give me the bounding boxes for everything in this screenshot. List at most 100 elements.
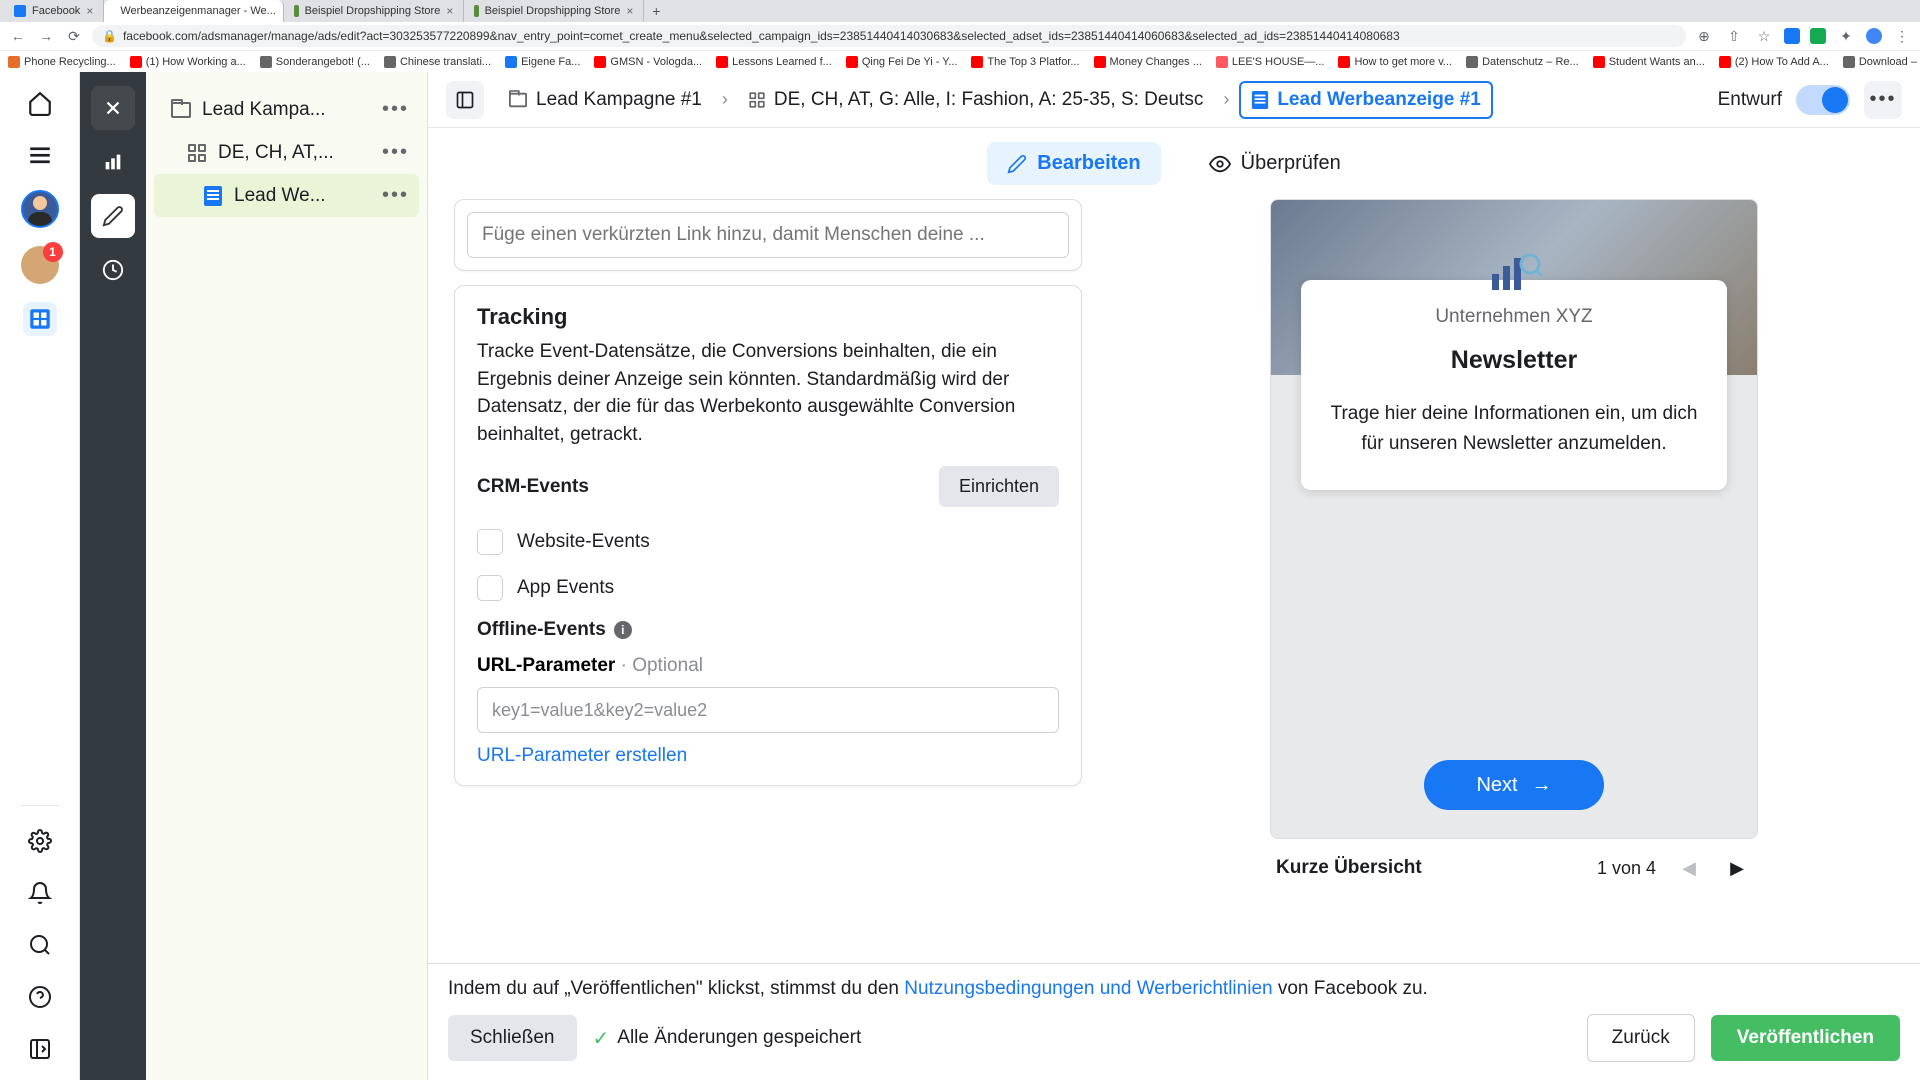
campaign-tree: Lead Kampa... ••• DE, CH, AT,... ••• Lea…	[146, 72, 428, 1080]
new-tab-button[interactable]: +	[644, 3, 668, 19]
bookmark[interactable]: (2) How To Add A...	[1719, 56, 1829, 68]
home-icon[interactable]	[23, 86, 57, 120]
more-icon[interactable]: •••	[382, 184, 409, 207]
breadcrumb-ad[interactable]: Lead Werbeanzeige #1	[1239, 81, 1492, 119]
history-icon[interactable]	[91, 248, 135, 292]
bookmark[interactable]: Phone Recycling...	[8, 56, 116, 68]
close-button[interactable]	[91, 86, 135, 130]
back-button[interactable]: Zurück	[1587, 1014, 1695, 1062]
menu-icon[interactable]: ⋮	[1892, 26, 1912, 46]
tree-ad[interactable]: Lead We... •••	[154, 174, 419, 217]
reload-button[interactable]: ⟳	[64, 26, 84, 46]
more-icon[interactable]: •••	[382, 98, 409, 121]
create-url-params-link[interactable]: URL-Parameter erstellen	[477, 745, 1059, 767]
nav-bar: ← → ⟳ 🔒facebook.com/adsmanager/manage/ad…	[0, 22, 1920, 50]
document-icon	[202, 185, 224, 207]
editor-rail	[80, 72, 146, 1080]
edit-icon[interactable]	[91, 194, 135, 238]
close-button[interactable]: Schließen	[448, 1015, 577, 1061]
extension-icon[interactable]	[1784, 28, 1800, 44]
panel-toggle-button[interactable]	[446, 81, 484, 119]
ad-preview: Unternehmen XYZ Newsletter Trage hier de…	[1270, 199, 1758, 839]
profile-icon[interactable]	[1866, 28, 1882, 44]
search-icon[interactable]	[23, 928, 57, 962]
app-events-row[interactable]: App Events	[477, 569, 1059, 607]
zoom-icon[interactable]: ⊕	[1694, 26, 1714, 46]
notification-badge: 1	[43, 242, 63, 262]
page-indicator: 1 von 4	[1597, 858, 1656, 879]
chart-icon[interactable]	[91, 140, 135, 184]
share-icon[interactable]: ⇧	[1724, 26, 1744, 46]
close-icon[interactable]: ×	[86, 4, 93, 18]
bookmark[interactable]: Eigene Fa...	[505, 56, 580, 68]
notifications-icon[interactable]	[23, 876, 57, 910]
settings-icon[interactable]	[23, 824, 57, 858]
publish-button[interactable]: Veröffentlichen	[1711, 1015, 1900, 1061]
extensions-icon[interactable]: ✦	[1836, 26, 1856, 46]
url-parameter-input[interactable]	[477, 687, 1059, 733]
short-link-input[interactable]	[467, 212, 1069, 258]
status-label: Entwurf	[1718, 89, 1782, 111]
status-toggle[interactable]	[1796, 85, 1850, 115]
checkbox[interactable]	[477, 529, 503, 555]
bookmark[interactable]: Qing Fei De Yi - Y...	[846, 56, 958, 68]
info-icon[interactable]: i	[614, 621, 632, 639]
browser-tab[interactable]: Beispiel Dropshipping Store×	[284, 0, 464, 22]
bookmark[interactable]: The Top 3 Platfor...	[971, 56, 1079, 68]
breadcrumb-campaign[interactable]: Lead Kampagne #1	[498, 83, 712, 117]
checkbox[interactable]	[477, 575, 503, 601]
browser-tab[interactable]: Werbeanzeigenmanager - We...×	[104, 0, 284, 22]
bookmark[interactable]: Datenschutz – Re...	[1466, 56, 1579, 68]
chevron-right-icon: ›	[1223, 89, 1229, 110]
prev-page-button[interactable]: ◀	[1674, 853, 1704, 883]
cookie-icon[interactable]: 1	[21, 246, 59, 284]
close-icon[interactable]: ×	[626, 4, 633, 18]
left-rail: 1	[0, 72, 80, 1080]
offline-events-label: Offline-Events	[477, 619, 606, 641]
more-button[interactable]: •••	[1864, 81, 1902, 119]
avatar[interactable]	[21, 190, 59, 228]
bookmark[interactable]: Lessons Learned f...	[716, 56, 832, 68]
tab-edit[interactable]: Bearbeiten	[987, 142, 1160, 185]
back-button[interactable]: ←	[8, 26, 28, 46]
bookmark[interactable]: Chinese translati...	[384, 56, 491, 68]
tree-campaign[interactable]: Lead Kampa... •••	[154, 88, 419, 131]
bookmark[interactable]: Student Wants an...	[1593, 56, 1705, 68]
check-icon: ✓	[593, 1026, 610, 1051]
forward-button[interactable]: →	[36, 26, 56, 46]
browser-tab[interactable]: Beispiel Dropshipping Store×	[464, 0, 644, 22]
next-button[interactable]: Next →	[1424, 760, 1604, 810]
bookmark[interactable]: Download – Cooki...	[1843, 56, 1920, 68]
bookmark[interactable]: Sonderangebot! (...	[260, 56, 370, 68]
website-events-row[interactable]: Website-Events	[477, 523, 1059, 561]
bookmark[interactable]: Money Changes ...	[1094, 56, 1202, 68]
help-icon[interactable]	[23, 980, 57, 1014]
tracking-card: Tracking Tracke Event-Datensätze, die Co…	[454, 285, 1082, 786]
extension-icon[interactable]	[1810, 28, 1826, 44]
menu-icon[interactable]	[23, 138, 57, 172]
form-column: Tracking Tracke Event-Datensätze, die Co…	[428, 199, 1108, 963]
url-bar[interactable]: 🔒facebook.com/adsmanager/manage/ads/edit…	[92, 25, 1686, 47]
tree-adset[interactable]: DE, CH, AT,... •••	[154, 131, 419, 174]
bookmarks-bar: Phone Recycling... (1) How Working a... …	[0, 50, 1920, 72]
next-page-button[interactable]: ▶	[1722, 853, 1752, 883]
grid-icon	[186, 142, 208, 164]
ads-manager-icon[interactable]	[23, 302, 57, 336]
preview-title: Newsletter	[1327, 346, 1701, 375]
tab-bar: Facebook× Werbeanzeigenmanager - We...× …	[0, 0, 1920, 22]
close-icon[interactable]: ×	[446, 4, 453, 18]
bookmark[interactable]: LEE'S HOUSE—...	[1216, 56, 1325, 68]
bookmark[interactable]: (1) How Working a...	[130, 56, 246, 68]
setup-button[interactable]: Einrichten	[939, 466, 1059, 507]
saved-status: ✓ Alle Änderungen gespeichert	[593, 1026, 862, 1051]
tab-review[interactable]: Überprüfen	[1189, 142, 1361, 185]
terms-link[interactable]: Nutzungsbedingungen und Werberichtlinien	[904, 978, 1272, 999]
breadcrumb-adset[interactable]: DE, CH, AT, G: Alle, I: Fashion, A: 25-3…	[738, 83, 1213, 117]
browser-tab[interactable]: Facebook×	[4, 0, 104, 22]
more-icon[interactable]: •••	[382, 141, 409, 164]
bookmark[interactable]: GMSN - Vologda...	[594, 56, 702, 68]
star-icon[interactable]: ☆	[1754, 26, 1774, 46]
collapse-icon[interactable]	[23, 1032, 57, 1066]
overview-label: Kurze Übersicht	[1276, 857, 1422, 879]
bookmark[interactable]: How to get more v...	[1338, 56, 1452, 68]
